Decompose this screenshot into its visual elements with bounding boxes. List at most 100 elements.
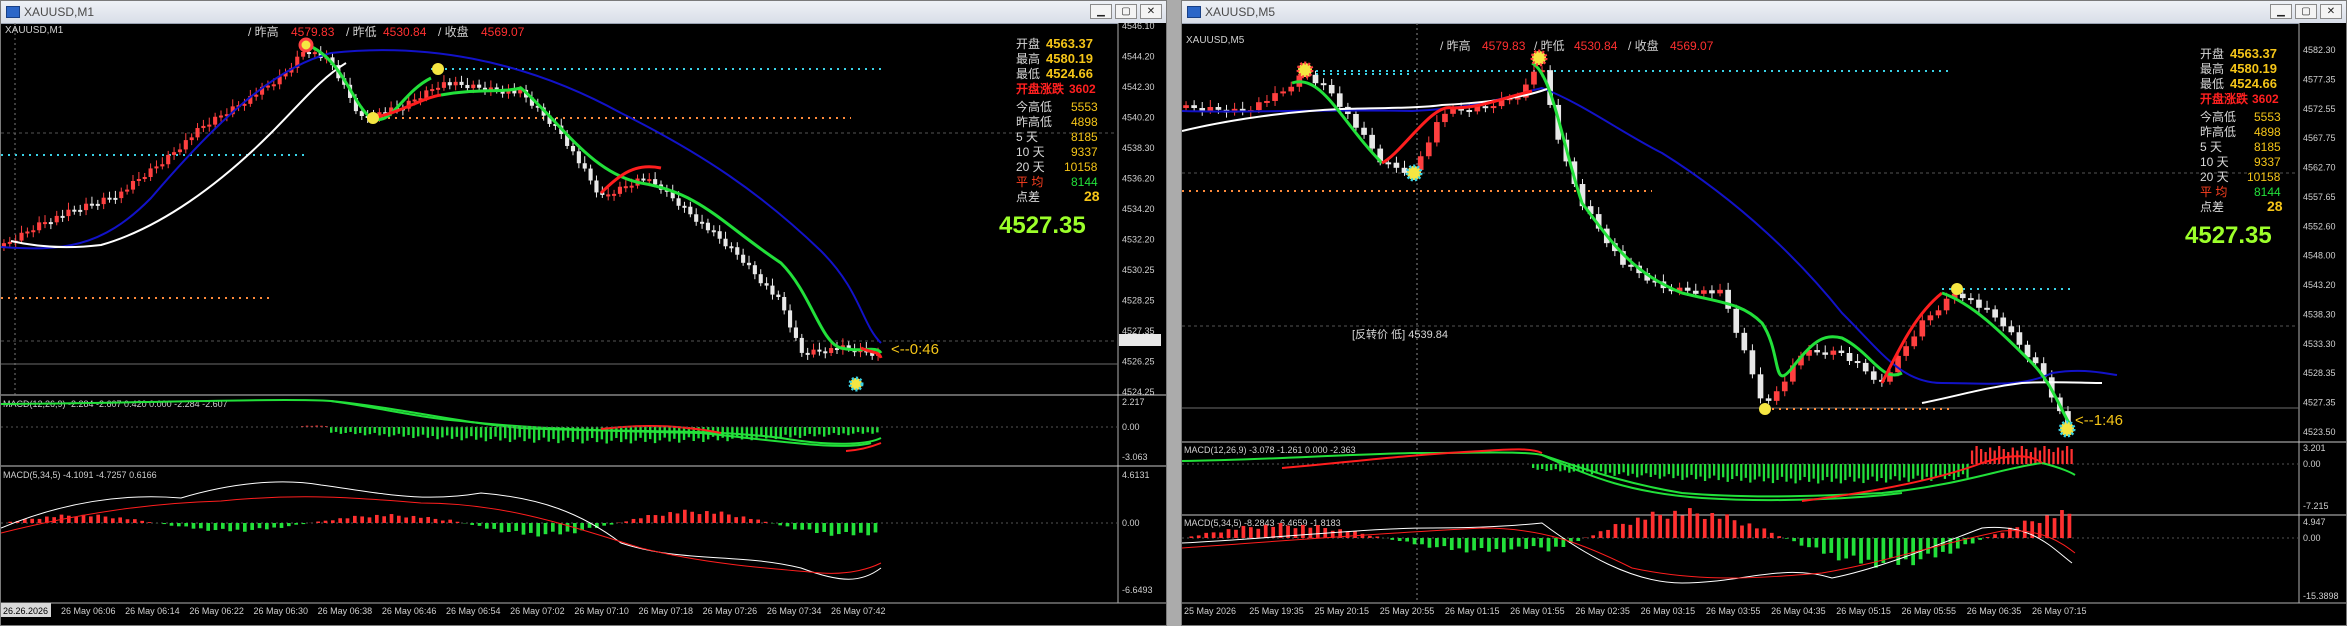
candle-body	[2016, 332, 2023, 345]
close-button[interactable]: ✕	[1140, 4, 1162, 19]
candle-body	[1838, 350, 1845, 353]
histogram-bar	[514, 523, 518, 531]
window-titlebar[interactable]: XAUUSD,M1 ▁ ▢ ✕	[1, 1, 1166, 24]
macd1-histogram: 3.201 0.00 -7.215	[1532, 443, 2329, 511]
histogram-bar	[624, 427, 628, 440]
histogram-bar	[1848, 464, 1852, 477]
histogram-bar	[485, 523, 489, 529]
histogram-bar	[610, 427, 613, 441]
svg-text:开盘涨跌: 开盘涨跌	[2200, 91, 2249, 106]
minimize-button[interactable]: ▁	[2270, 4, 2292, 19]
maximize-button[interactable]: ▢	[2295, 4, 2317, 19]
candle-body	[1434, 122, 1440, 143]
histogram-bar	[1673, 510, 1677, 538]
histogram-bar	[1676, 464, 1680, 476]
histogram-bar	[404, 517, 408, 523]
chart-window-m5[interactable]: XAUUSD,M5 ▁ ▢ ✕ <--1:46 [反转价 低] 4539.84 …	[1181, 0, 2347, 626]
histogram-bar	[441, 520, 445, 523]
price-axis-label: 4582.30	[2303, 45, 2336, 55]
maximize-button[interactable]: ▢	[1115, 4, 1137, 19]
histogram-bar	[1835, 464, 1838, 479]
candle-body	[764, 283, 769, 286]
candle-body	[60, 215, 65, 218]
histogram-bar	[1204, 532, 1209, 538]
svg-text:点差: 点差	[2200, 200, 2224, 214]
chart-m1-canvas[interactable]: <--0:46 XAUUSD,M1 / 昨高 4579.83 / 昨低 4530…	[1, 23, 1166, 625]
candlestick-series	[1, 45, 881, 361]
histogram-bar	[250, 523, 254, 530]
price-axis-label: 4528.25	[1122, 296, 1155, 306]
histogram-bar	[504, 427, 507, 439]
histogram-bar	[1457, 538, 1462, 549]
current-price-display: 4527.35	[2185, 222, 2272, 249]
histogram-bar	[1798, 464, 1802, 481]
histogram-bar	[1880, 464, 1883, 478]
window-title: XAUUSD,M5	[1205, 5, 1276, 19]
window-titlebar[interactable]: XAUUSD,M5 ▁ ▢ ✕	[1182, 1, 2346, 24]
histogram-bar	[1814, 538, 1819, 548]
histogram-bar	[8, 521, 12, 523]
svg-text:4898: 4898	[2254, 125, 2281, 139]
candle-body	[582, 163, 587, 169]
histogram-bar	[620, 427, 623, 443]
histogram-bar	[30, 518, 34, 523]
histogram-bar	[363, 427, 367, 436]
candle-body	[629, 185, 634, 188]
macd2-signal-line	[1, 496, 882, 574]
macd1-label: MACD(12,26,9) -3.078 -1.261 0.000 -2.363	[1184, 445, 1356, 455]
histogram-bar	[89, 516, 93, 523]
close-button[interactable]: ✕	[2320, 4, 2342, 19]
histogram-bar	[813, 427, 816, 437]
candle-body	[1207, 107, 1214, 111]
histogram-bar	[446, 427, 449, 436]
histogram-bar	[1993, 450, 1996, 464]
histogram-bar	[1196, 535, 1201, 538]
histogram-bar	[1826, 464, 1829, 477]
chart-window-m1[interactable]: XAUUSD,M1 ▁ ▢ ✕ <--0:46 XAUUSD,M1 / 昨高 4…	[0, 0, 1167, 626]
histogram-bar	[1234, 529, 1238, 538]
svg-text:20 天: 20 天	[2200, 170, 2229, 184]
svg-text:4569.07: 4569.07	[481, 25, 525, 39]
candle-body	[2008, 326, 2015, 333]
histogram-bar	[815, 523, 819, 534]
histogram-bar	[646, 515, 650, 523]
macd-axis-label: 0.00	[2303, 459, 2321, 469]
histogram-bar	[436, 427, 439, 440]
macd-axis-label: 4.947	[2303, 517, 2326, 527]
histogram-bar	[1844, 464, 1847, 481]
candle-body	[612, 193, 617, 196]
time-axis-label: 26 May 06:38	[318, 606, 373, 616]
chart-m5-canvas[interactable]: <--1:46 [反转价 低] 4539.84 XAUUSD,M5 / 昨高 4…	[1182, 23, 2346, 625]
svg-text:10 天: 10 天	[1016, 145, 1045, 159]
histogram-bar	[1699, 464, 1702, 477]
candle-body	[1272, 93, 1278, 101]
candle-body	[160, 164, 165, 167]
histogram-bar	[1803, 464, 1806, 477]
histogram-bar	[1219, 532, 1223, 538]
histogram-bar	[741, 516, 746, 523]
histogram-bar	[837, 523, 841, 535]
histogram-bar	[1979, 449, 1983, 464]
candle-body	[1215, 107, 1222, 110]
candle-body	[177, 149, 182, 153]
candle-body	[477, 84, 482, 88]
histogram-bar	[1926, 538, 1930, 554]
candle-body	[142, 177, 147, 179]
candle-body	[705, 222, 710, 231]
minimize-button[interactable]: ▁	[1090, 4, 1112, 19]
macd1-main-line	[1541, 454, 1903, 502]
histogram-bar	[1248, 527, 1253, 538]
candle-body	[1353, 114, 1359, 128]
candle-body	[1781, 381, 1788, 392]
histogram-bar	[2015, 527, 2020, 538]
histogram-bar	[1211, 532, 1216, 538]
time-axis-label: 26 May 06:30	[254, 606, 309, 616]
candle-body	[201, 125, 206, 129]
histogram-bar	[389, 514, 394, 523]
histogram-bar	[649, 427, 652, 440]
candle-body	[218, 115, 224, 118]
price-axis-label: 4540.20	[1122, 113, 1155, 123]
histogram-bar	[411, 515, 416, 523]
histogram-bar	[1794, 464, 1797, 484]
histogram-bar	[1758, 464, 1761, 477]
